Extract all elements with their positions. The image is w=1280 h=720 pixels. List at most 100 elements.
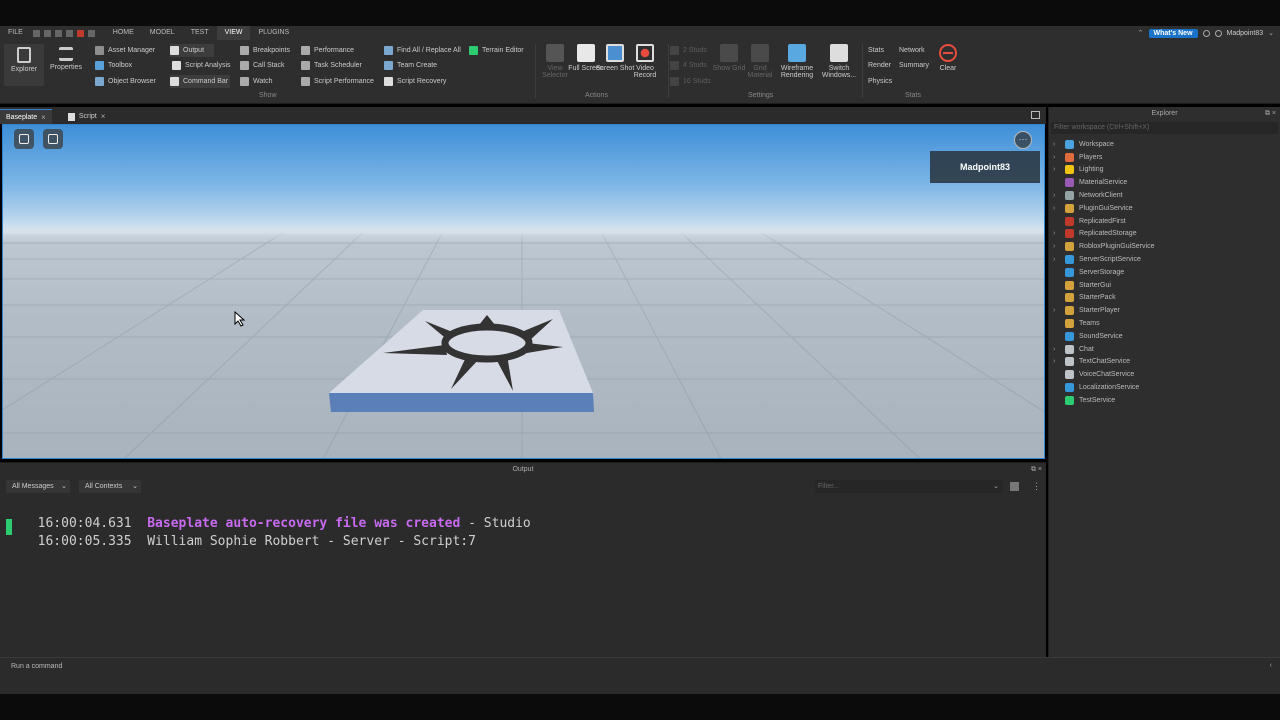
- player-list-entry[interactable]: Madpoint83: [930, 151, 1040, 183]
- explorer-item[interactable]: MaterialService: [1049, 176, 1280, 189]
- menu-tab-view[interactable]: VIEW: [216, 26, 251, 40]
- chevron-left-icon[interactable]: ‹: [1270, 662, 1272, 669]
- chevron-down-icon[interactable]: ⌄: [1268, 29, 1274, 37]
- team-icon[interactable]: [87, 29, 95, 37]
- object-browser-button[interactable]: Object Browser: [95, 75, 156, 88]
- menu-file[interactable]: FILE: [0, 26, 31, 40]
- expand-arrow-icon[interactable]: ›: [1053, 154, 1065, 161]
- physics-button[interactable]: Physics: [868, 75, 892, 88]
- output-button[interactable]: Output: [170, 44, 215, 57]
- explorer-item[interactable]: › Workspace: [1049, 138, 1280, 151]
- script-performance-button[interactable]: Script Performance: [301, 75, 374, 88]
- explorer-item[interactable]: StarterPack: [1049, 292, 1280, 305]
- more-icon[interactable]: ⋮: [1032, 481, 1041, 492]
- messages-dropdown[interactable]: All Messages ⌄: [6, 480, 70, 493]
- explorer-item[interactable]: › ReplicatedStorage: [1049, 228, 1280, 241]
- task-scheduler-button[interactable]: Task Scheduler: [301, 59, 362, 72]
- switch-windows-button[interactable]: Switch Windows...: [819, 44, 859, 79]
- wireframe-rendering-button[interactable]: Wireframe Rendering: [777, 44, 817, 79]
- clear-button[interactable]: Clear: [928, 44, 968, 72]
- explorer-item[interactable]: › NetworkClient: [1049, 189, 1280, 202]
- studs-16-option[interactable]: 16 Studs: [670, 75, 711, 88]
- roblox-menu-button[interactable]: [14, 129, 34, 149]
- redo-icon[interactable]: [54, 29, 62, 37]
- maximize-icon[interactable]: [1031, 111, 1040, 119]
- panel-controls[interactable]: ⧉ ×: [1031, 463, 1042, 476]
- network-button[interactable]: Network: [899, 44, 925, 57]
- explorer-item[interactable]: › RobloxPluginGuiService: [1049, 240, 1280, 253]
- watch-button[interactable]: Watch: [240, 75, 273, 88]
- video-record-button[interactable]: Video Record: [625, 44, 665, 79]
- share-icon[interactable]: [1214, 29, 1222, 37]
- explorer-item[interactable]: › StarterPlayer: [1049, 304, 1280, 317]
- asset-manager-button[interactable]: Asset Manager: [95, 44, 155, 57]
- tab-baseplate[interactable]: Baseplate ×: [0, 109, 52, 124]
- expand-arrow-icon[interactable]: ›: [1053, 166, 1065, 173]
- expand-arrow-icon[interactable]: ›: [1053, 346, 1065, 353]
- undo-icon[interactable]: [43, 29, 51, 37]
- output-filter-input[interactable]: Filter... ⌄: [815, 480, 1003, 493]
- menu-tab-test[interactable]: TEST: [183, 26, 217, 40]
- toolbox-button[interactable]: Toolbox: [95, 59, 132, 72]
- expand-arrow-icon[interactable]: ›: [1053, 230, 1065, 237]
- explorer-item[interactable]: › ServerScriptService: [1049, 253, 1280, 266]
- summary-button[interactable]: Summary: [899, 59, 929, 72]
- explorer-item[interactable]: › TextChatService: [1049, 356, 1280, 369]
- collapse-ribbon-icon[interactable]: ⌃: [1138, 29, 1144, 37]
- contexts-dropdown[interactable]: All Contexts ⌄: [79, 480, 141, 493]
- render-button[interactable]: Render: [868, 59, 891, 72]
- help-icon[interactable]: [1202, 29, 1210, 37]
- explorer-item[interactable]: TestService: [1049, 394, 1280, 407]
- menu-tab-plugins[interactable]: PLUGINS: [250, 26, 297, 40]
- studs-2-option[interactable]: 2 Studs: [670, 44, 707, 57]
- expand-arrow-icon[interactable]: ›: [1053, 205, 1065, 212]
- more-options-button[interactable]: ···: [1014, 131, 1032, 149]
- call-stack-button[interactable]: Call Stack: [240, 59, 285, 72]
- explorer-item[interactable]: › PluginGuiService: [1049, 202, 1280, 215]
- whats-new-button[interactable]: What's New: [1148, 28, 1198, 38]
- explorer-item[interactable]: ReplicatedFirst: [1049, 215, 1280, 228]
- performance-button[interactable]: Performance: [301, 44, 354, 57]
- terrain-editor-button[interactable]: Terrain Editor: [469, 44, 524, 57]
- 3d-viewport[interactable]: ··· Madpoint83: [2, 124, 1045, 459]
- menu-tab-home[interactable]: HOME: [105, 26, 142, 40]
- team-create-button[interactable]: Team Create: [384, 59, 437, 72]
- stats-button[interactable]: Stats: [868, 44, 884, 57]
- explorer-item[interactable]: › Chat: [1049, 343, 1280, 356]
- close-icon[interactable]: ×: [41, 110, 46, 125]
- tab-script[interactable]: Script ×: [62, 109, 112, 124]
- decal-part[interactable]: [323, 305, 603, 420]
- script-recovery-button[interactable]: Script Recovery: [384, 75, 446, 88]
- explorer-item[interactable]: Teams: [1049, 317, 1280, 330]
- grid-material-button[interactable]: Grid Material: [740, 44, 780, 79]
- trash-icon[interactable]: [1010, 482, 1019, 491]
- breakpoints-button[interactable]: Breakpoints: [240, 44, 290, 57]
- command-bar-button[interactable]: Command Bar: [170, 75, 231, 88]
- properties-button[interactable]: Properties: [46, 44, 86, 71]
- settings-icon[interactable]: [65, 29, 73, 37]
- chat-toggle-button[interactable]: [43, 129, 63, 149]
- stop-icon[interactable]: [76, 29, 84, 37]
- explorer-button[interactable]: Explorer: [4, 44, 44, 86]
- explorer-item[interactable]: › Lighting: [1049, 164, 1280, 177]
- find-replace-button[interactable]: Find All / Replace All: [384, 44, 461, 57]
- explorer-item[interactable]: StarterGui: [1049, 279, 1280, 292]
- expand-arrow-icon[interactable]: ›: [1053, 256, 1065, 263]
- expand-arrow-icon[interactable]: ›: [1053, 243, 1065, 250]
- close-icon[interactable]: ×: [101, 109, 106, 124]
- panel-controls[interactable]: ⧉ ×: [1265, 107, 1276, 120]
- expand-arrow-icon[interactable]: ›: [1053, 358, 1065, 365]
- menu-tab-model[interactable]: MODEL: [142, 26, 183, 40]
- explorer-filter-input[interactable]: Filter workspace (Ctrl+Shift+X): [1051, 122, 1278, 134]
- new-file-icon[interactable]: [32, 29, 40, 37]
- explorer-item[interactable]: VoiceChatService: [1049, 368, 1280, 381]
- user-name[interactable]: Madpoint83: [1227, 30, 1264, 37]
- explorer-item[interactable]: ServerStorage: [1049, 266, 1280, 279]
- expand-arrow-icon[interactable]: ›: [1053, 192, 1065, 199]
- expand-arrow-icon[interactable]: ›: [1053, 307, 1065, 314]
- command-input[interactable]: Run a command: [4, 661, 1274, 673]
- explorer-item[interactable]: SoundService: [1049, 330, 1280, 343]
- explorer-item[interactable]: › Players: [1049, 151, 1280, 164]
- expand-arrow-icon[interactable]: ›: [1053, 141, 1065, 148]
- script-analysis-button[interactable]: Script Analysis: [172, 59, 231, 72]
